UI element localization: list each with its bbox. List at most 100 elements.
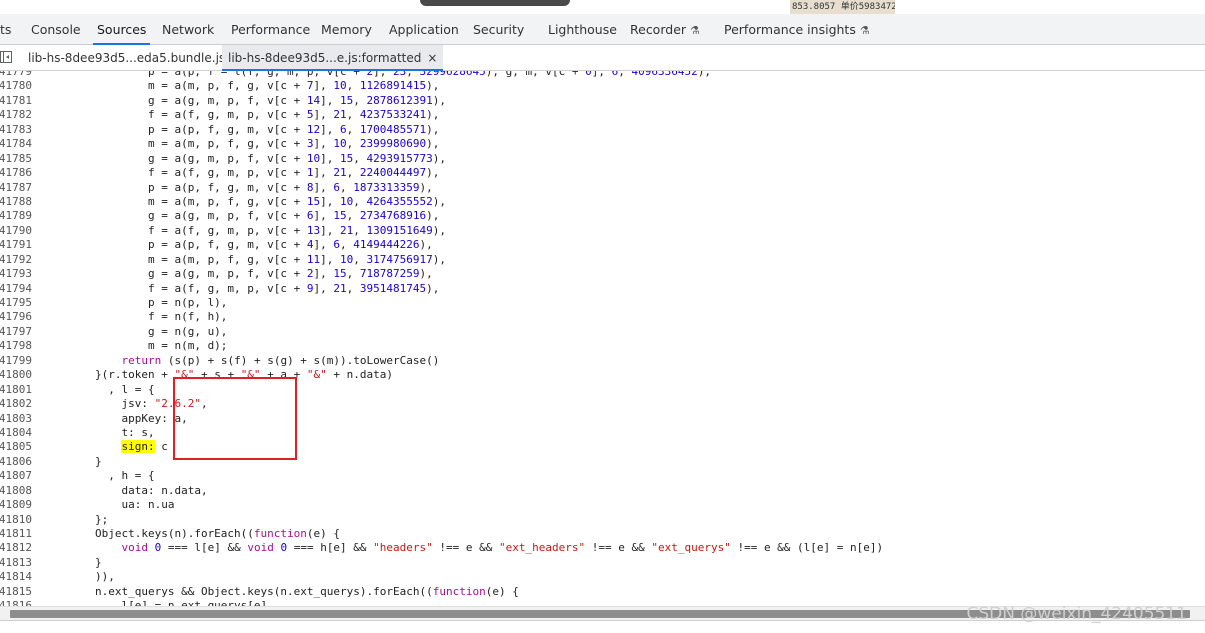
code-line[interactable]: 41803 appKey: a, [0,412,883,426]
code-line[interactable]: 41814 )), [0,570,883,584]
code-editor[interactable]: 41779 p = a(p, f = l(f, g, m, p, v[c + 2… [0,71,1205,606]
tab-recorder-label: Recorder [630,22,687,37]
code-line[interactable]: 41780 m = a(m, p, f, g, v[c + 7], 10, 11… [0,79,883,93]
tab-network[interactable]: Network [162,14,214,45]
line-number[interactable]: 41806 [0,455,42,469]
code-line[interactable]: 41816 l[e] = n.ext_querys[e] [0,599,883,606]
tab-lighthouse[interactable]: Lighthouse [548,14,617,45]
line-number[interactable]: 41789 [0,209,42,223]
file-tab-formatted[interactable]: lib-hs-8dee93d5...e.js:formatted × [222,45,444,71]
line-number[interactable]: 41803 [0,412,42,426]
code-line[interactable]: 41786 f = a(f, g, m, p, v[c + 1], 21, 22… [0,166,883,180]
code-line[interactable]: 41799 return (s(p) + s(f) + s(g) + s(m))… [0,354,883,368]
line-number[interactable]: 41793 [0,267,42,281]
line-number[interactable]: 41800 [0,368,42,382]
tab-performance[interactable]: Performance [231,14,310,45]
tab-performance-insights[interactable]: Performance insights ⚗ [724,14,870,45]
tab-memory[interactable]: Memory [321,14,372,45]
line-number[interactable]: 41799 [0,354,42,368]
line-number[interactable]: 41787 [0,181,42,195]
code-line[interactable]: 41800 }(r.token + "&" + s + "&" + a + "&… [0,368,883,382]
close-icon[interactable]: × [427,45,437,71]
line-number[interactable]: 41786 [0,166,42,180]
line-number[interactable]: 41797 [0,325,42,339]
code-line[interactable]: 41809 ua: n.ua [0,498,883,512]
line-number[interactable]: 41802 [0,397,42,411]
code-line[interactable]: 41783 p = a(p, f, g, m, v[c + 12], 6, 17… [0,123,883,137]
code-line[interactable]: 41807 , h = { [0,469,883,483]
code-line[interactable]: 41802 jsv: "2.6.2", [0,397,883,411]
line-number[interactable]: 41782 [0,108,42,122]
line-number[interactable]: 41801 [0,383,42,397]
line-number[interactable]: 41812 [0,541,42,555]
line-number[interactable]: 41780 [0,79,42,93]
code-line[interactable]: 41785 g = a(g, m, p, f, v[c + 10], 15, 4… [0,152,883,166]
code-text: f = n(f, h), [42,310,228,324]
tab-sources[interactable]: Sources [92,14,151,45]
line-number[interactable]: 41794 [0,282,42,296]
code-line[interactable]: 41801 , l = { [0,383,883,397]
code-text: g = a(g, m, p, f, v[c + 2], 15, 71878725… [42,267,433,281]
watermark: CSDN @weixin_42405511 [966,604,1187,624]
code-line[interactable]: 41815 n.ext_querys && Object.keys(n.ext_… [0,585,883,599]
line-number[interactable]: 41783 [0,123,42,137]
line-number[interactable]: 41814 [0,570,42,584]
tab-application[interactable]: Application [389,14,459,45]
line-number[interactable]: 41785 [0,152,42,166]
code-line[interactable]: 41798 m = n(m, d); [0,339,883,353]
highlighted-sign-keyword: sign: [121,440,155,454]
line-number[interactable]: 41816 [0,599,42,606]
line-number[interactable]: 41779 [0,71,42,79]
line-number[interactable]: 41790 [0,224,42,238]
code-line[interactable]: 41788 m = a(m, p, f, g, v[c + 15], 10, 4… [0,195,883,209]
code-line[interactable]: 41787 p = a(p, f, g, m, v[c + 8], 6, 187… [0,181,883,195]
line-number[interactable]: 41808 [0,484,42,498]
code-line[interactable]: 41797 g = n(g, u), [0,325,883,339]
tab-security[interactable]: Security [473,14,524,45]
code-line[interactable]: 41792 m = a(m, p, f, g, v[c + 11], 10, 3… [0,253,883,267]
code-line[interactable]: 41804 t: s, [0,426,883,440]
code-line[interactable]: 41782 f = a(f, g, m, p, v[c + 5], 21, 42… [0,108,883,122]
code-text: p = a(p, f, g, m, v[c + 4], 6, 414944422… [42,238,433,252]
code-line[interactable]: 41789 g = a(g, m, p, f, v[c + 6], 15, 27… [0,209,883,223]
line-number[interactable]: 41796 [0,310,42,324]
line-number[interactable]: 41811 [0,527,42,541]
line-number[interactable]: 41813 [0,556,42,570]
code-line[interactable]: 41781 g = a(g, m, p, f, v[c + 14], 15, 2… [0,94,883,108]
code-line[interactable]: 41794 f = a(f, g, m, p, v[c + 9], 21, 39… [0,282,883,296]
show-navigator-icon[interactable] [0,51,12,63]
code-line[interactable]: 41810 }; [0,513,883,527]
tab-console[interactable]: Console [31,14,81,45]
tab-elements-truncated[interactable]: ts [0,14,11,45]
code-line[interactable]: 41805 sign: c [0,440,883,454]
line-number[interactable]: 41781 [0,94,42,108]
line-number[interactable]: 41807 [0,469,42,483]
line-number[interactable]: 41795 [0,296,42,310]
line-number[interactable]: 41810 [0,513,42,527]
code-line[interactable]: 41812 void 0 === l[e] && void 0 === h[e]… [0,541,883,555]
code-line[interactable]: 41779 p = a(p, f = l(f, g, m, p, v[c + 2… [0,71,883,79]
code-text: g = a(g, m, p, f, v[c + 6], 15, 27347689… [42,209,440,223]
line-number[interactable]: 41805 [0,440,42,454]
tab-recorder[interactable]: Recorder ⚗ [630,14,700,45]
code-line[interactable]: 41790 f = a(f, g, m, p, v[c + 13], 21, 1… [0,224,883,238]
line-number[interactable]: 41788 [0,195,42,209]
code-line[interactable]: 41806 } [0,455,883,469]
line-number[interactable]: 41809 [0,498,42,512]
screen-overlay-badge: 853.8057 单价5983472 [790,0,895,14]
code-line[interactable]: 41784 m = a(m, p, f, g, v[c + 3], 10, 23… [0,137,883,151]
line-number[interactable]: 41815 [0,585,42,599]
code-line[interactable]: 41796 f = n(f, h), [0,310,883,324]
code-line[interactable]: 41795 p = n(p, l), [0,296,883,310]
file-tab-bundle[interactable]: lib-hs-8dee93d5...eda5.bundle.js [28,45,225,71]
line-number[interactable]: 41792 [0,253,42,267]
line-number[interactable]: 41804 [0,426,42,440]
code-line[interactable]: 41793 g = a(g, m, p, f, v[c + 2], 15, 71… [0,267,883,281]
line-number[interactable]: 41798 [0,339,42,353]
code-line[interactable]: 41813 } [0,556,883,570]
code-line[interactable]: 41791 p = a(p, f, g, m, v[c + 4], 6, 414… [0,238,883,252]
code-line[interactable]: 41811 Object.keys(n).forEach((function(e… [0,527,883,541]
line-number[interactable]: 41791 [0,238,42,252]
code-line[interactable]: 41808 data: n.data, [0,484,883,498]
line-number[interactable]: 41784 [0,137,42,151]
